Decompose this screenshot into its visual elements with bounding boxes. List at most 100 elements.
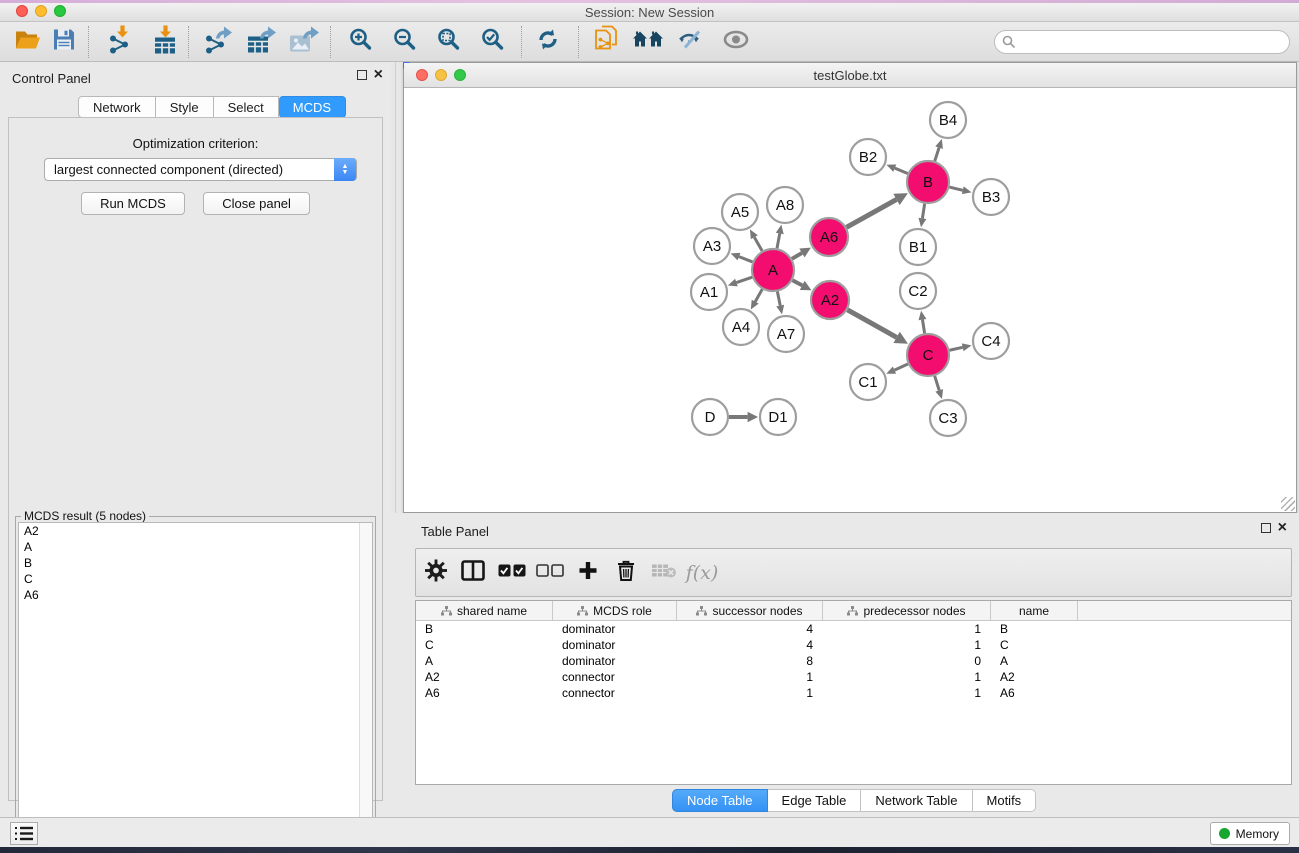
node-D[interactable]: D xyxy=(692,399,728,435)
edge-A-A2[interactable] xyxy=(792,280,802,285)
table-cell[interactable]: dominator xyxy=(553,637,677,653)
first-neighbors-icon[interactable] xyxy=(632,27,664,56)
table-row[interactable]: Cdominator41C xyxy=(416,637,1291,653)
table-cell[interactable]: B xyxy=(991,621,1078,637)
network-graph[interactable]: AA5A8A3A1A4A7A6A2BB2B4B3B1CC2C4C1C3DD1 xyxy=(404,88,1296,512)
mcds-result-item[interactable]: C xyxy=(19,571,372,587)
edge-A-A1[interactable] xyxy=(736,277,752,282)
table-row[interactable]: A2connector11A2 xyxy=(416,669,1291,685)
column-header-shared-name[interactable]: shared name xyxy=(416,601,553,620)
node-B4[interactable]: B4 xyxy=(930,102,966,138)
table-cell[interactable]: C xyxy=(991,637,1078,653)
node-A[interactable]: A xyxy=(752,249,794,291)
edge-C-C1[interactable] xyxy=(894,364,907,370)
tab-mcds[interactable]: MCDS xyxy=(279,96,346,118)
table-cell[interactable]: 1 xyxy=(677,669,823,685)
table-cell[interactable]: B xyxy=(416,621,553,637)
import-network-icon[interactable] xyxy=(108,25,134,58)
edge-C-C2[interactable] xyxy=(922,320,924,334)
table-cell[interactable]: C xyxy=(416,637,553,653)
delete-column-icon[interactable] xyxy=(616,559,636,587)
zoom-selected-icon[interactable] xyxy=(482,28,505,56)
refresh-icon[interactable] xyxy=(536,27,561,57)
table-cell[interactable]: 1 xyxy=(823,669,991,685)
table-cell[interactable]: 4 xyxy=(677,637,823,653)
result-scrollbar[interactable] xyxy=(359,523,372,848)
task-history-button[interactable] xyxy=(10,822,38,845)
edge-A6-B[interactable] xyxy=(846,199,896,227)
zoom-fit-icon[interactable] xyxy=(438,28,461,56)
export-table-icon[interactable] xyxy=(246,25,278,58)
table-cell[interactable]: dominator xyxy=(553,621,677,637)
function-builder-icon[interactable]: f(x) xyxy=(686,562,719,584)
edge-B-B4[interactable] xyxy=(935,148,939,161)
deselect-all-checkboxes-icon[interactable] xyxy=(536,564,564,582)
tab-motifs[interactable]: Motifs xyxy=(973,789,1037,812)
mcds-result-item[interactable]: A2 xyxy=(19,523,372,539)
node-C4[interactable]: C4 xyxy=(973,323,1009,359)
node-A6[interactable]: A6 xyxy=(810,218,848,256)
node-B[interactable]: B xyxy=(907,161,949,203)
table-cell[interactable]: 1 xyxy=(823,685,991,701)
node-C1[interactable]: C1 xyxy=(850,364,886,400)
node-A5[interactable]: A5 xyxy=(722,194,758,230)
table-close-icon[interactable]: × xyxy=(1278,523,1287,533)
hide-selected-icon[interactable] xyxy=(677,28,705,55)
close-panel-icon[interactable]: × xyxy=(374,70,383,80)
network-window-titlebar[interactable]: testGlobe.txt xyxy=(404,63,1296,88)
show-all-icon[interactable] xyxy=(722,29,750,54)
table-cell[interactable]: A xyxy=(991,653,1078,669)
node-A8[interactable]: A8 xyxy=(767,187,803,223)
search-field[interactable] xyxy=(994,30,1290,54)
mcds-result-item[interactable]: A xyxy=(19,539,372,555)
table-cell[interactable]: A2 xyxy=(416,669,553,685)
table-row[interactable]: Adominator80A xyxy=(416,653,1291,669)
table-cell[interactable]: connector xyxy=(553,685,677,701)
edge-C-C4[interactable] xyxy=(949,347,962,350)
node-B1[interactable]: B1 xyxy=(900,229,936,265)
table-cell[interactable]: connector xyxy=(553,669,677,685)
open-session-icon[interactable] xyxy=(14,27,42,56)
tab-style[interactable]: Style xyxy=(156,96,214,118)
select-all-checkboxes-icon[interactable] xyxy=(498,564,526,582)
add-column-icon[interactable] xyxy=(579,561,598,585)
close-panel-button[interactable]: Close panel xyxy=(203,192,310,215)
column-header-successor-nodes[interactable]: successor nodes xyxy=(677,601,823,620)
edge-A-A8[interactable] xyxy=(777,234,780,249)
node-A3[interactable]: A3 xyxy=(694,228,730,264)
export-network-icon[interactable] xyxy=(204,25,234,58)
zoom-in-icon[interactable] xyxy=(350,28,373,56)
table-row[interactable]: A6connector11A6 xyxy=(416,685,1291,701)
edge-A2-C[interactable] xyxy=(847,310,896,338)
table-cell[interactable]: dominator xyxy=(553,653,677,669)
table-cell[interactable]: A2 xyxy=(991,669,1078,685)
table-float-icon[interactable] xyxy=(1261,523,1271,533)
node-D1[interactable]: D1 xyxy=(760,399,796,435)
column-header-predecessor-nodes[interactable]: predecessor nodes xyxy=(823,601,991,620)
run-mcds-button[interactable]: Run MCDS xyxy=(81,192,185,215)
edge-B-B3[interactable] xyxy=(949,187,962,190)
delete-table-icon[interactable] xyxy=(651,562,677,583)
edge-A-A4[interactable] xyxy=(755,289,762,302)
tab-edge-table[interactable]: Edge Table xyxy=(768,789,862,812)
new-network-from-selection-icon[interactable] xyxy=(594,24,620,59)
table-cell[interactable]: 1 xyxy=(823,621,991,637)
node-table[interactable]: shared nameMCDS rolesuccessor nodesprede… xyxy=(415,600,1292,785)
edge-A-A6[interactable] xyxy=(792,253,802,259)
column-header-MCDS-role[interactable]: MCDS role xyxy=(553,601,677,620)
node-A7[interactable]: A7 xyxy=(768,316,804,352)
table-settings-gear-icon[interactable] xyxy=(425,559,447,586)
mcds-result-item[interactable]: A6 xyxy=(19,587,372,603)
save-session-icon[interactable] xyxy=(52,27,76,56)
node-A1[interactable]: A1 xyxy=(691,274,727,310)
edge-A-A3[interactable] xyxy=(739,257,753,262)
node-A2[interactable]: A2 xyxy=(811,281,849,319)
node-C3[interactable]: C3 xyxy=(930,400,966,436)
search-input[interactable] xyxy=(1023,32,1278,52)
mcds-result-list[interactable]: A2ABCA6 xyxy=(18,522,373,849)
edge-B-B1[interactable] xyxy=(922,204,924,219)
table-row[interactable]: Bdominator41B xyxy=(416,621,1291,637)
node-A4[interactable]: A4 xyxy=(723,309,759,345)
export-image-icon[interactable] xyxy=(289,25,321,58)
tab-select[interactable]: Select xyxy=(214,96,279,118)
